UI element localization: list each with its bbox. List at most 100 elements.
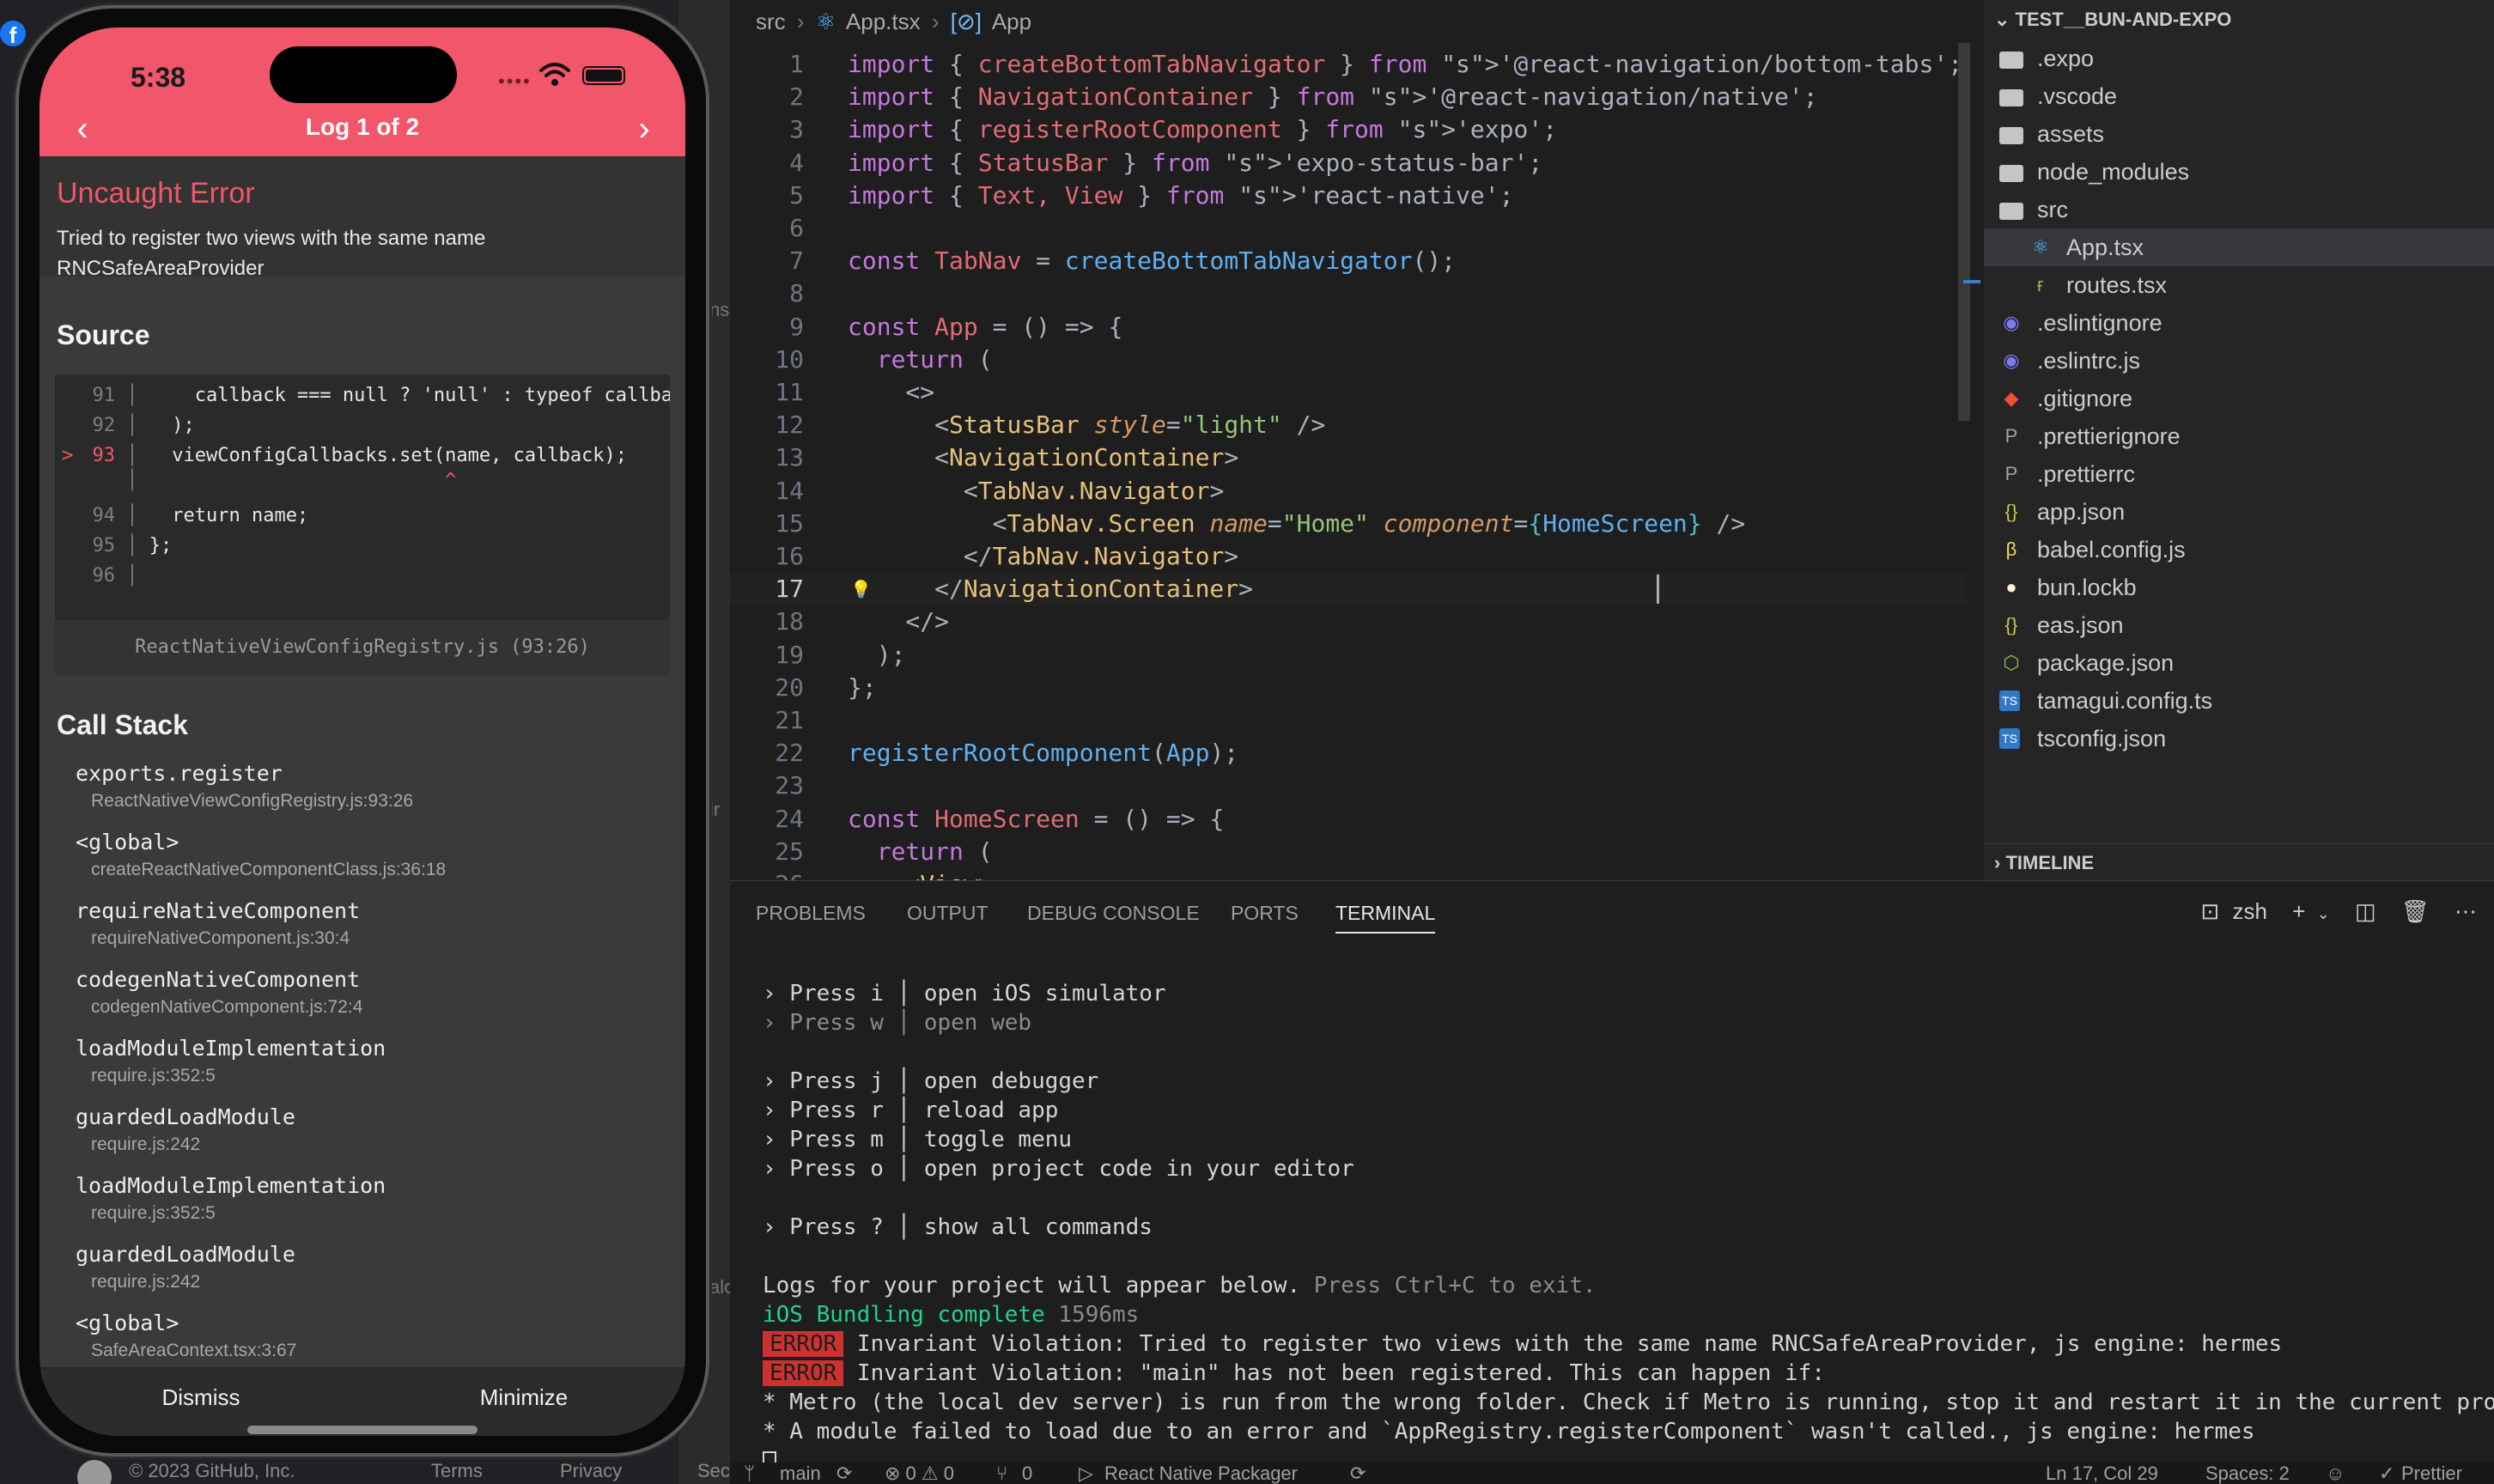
tab-problems[interactable]: PROBLEMS — [756, 902, 866, 925]
terminal-shell-icon[interactable]: ⊡ — [2200, 898, 2219, 924]
sync-icon[interactable]: ⟳ — [1350, 1463, 1366, 1484]
shell-name[interactable]: zsh — [2232, 898, 2266, 924]
split-terminal-icon[interactable]: ◫ — [2355, 898, 2376, 924]
git-branch[interactable]: main — [780, 1463, 821, 1484]
code-line[interactable]: 18 </> — [730, 605, 1967, 638]
line-number: 2 — [789, 82, 804, 112]
file-tree-item[interactable]: TS tsconfig.json — [1984, 720, 2494, 757]
code-line[interactable]: 19 ); — [730, 639, 1967, 672]
stack-frame[interactable]: exports.register ReactNativeViewConfigReg… — [76, 761, 413, 812]
next-log-button[interactable]: › — [627, 112, 661, 146]
code-line[interactable]: 14 <TabNav.Navigator> — [730, 475, 1967, 508]
tab-ports[interactable]: PORTS — [1231, 902, 1299, 925]
stack-frame[interactable]: loadModuleImplementation require.js:352:5 — [76, 1173, 386, 1224]
tab-terminal[interactable]: TERMINAL — [1335, 902, 1436, 934]
file-tree-item[interactable]: .expo — [1984, 40, 2494, 77]
code-line[interactable]: 20}; — [730, 672, 1967, 704]
code-line[interactable]: 11 <> — [730, 376, 1967, 409]
explorer-project-title[interactable]: ⌄ TEST__BUN-AND-EXPO — [1994, 9, 2231, 31]
code-line[interactable]: 3 import { registerRootComponent } from "… — [730, 113, 1967, 146]
tab-output[interactable]: OUTPUT — [907, 902, 988, 925]
dismiss-button[interactable]: Dismiss — [40, 1384, 362, 1411]
trash-icon[interactable]: 🗑 — [2401, 898, 2430, 924]
file-tree-item[interactable]: TS tamagui.config.ts — [1984, 682, 2494, 720]
code-line[interactable]: 15 <TabNav.Screen name="Home" component=… — [730, 508, 1967, 540]
breadcrumb-folder[interactable]: src — [756, 9, 786, 34]
stack-frame[interactable]: guardedLoadModule require.js:242 — [76, 1242, 295, 1292]
code-line[interactable]: 25 return ( — [730, 836, 1967, 868]
stack-frame[interactable]: <global> createReactNativeComponentClass.… — [76, 830, 446, 880]
line-number: 5 — [789, 180, 804, 210]
code-line[interactable]: 4 import { StatusBar } from "s">'expo-sta… — [730, 147, 1967, 179]
file-tree-item[interactable]: P .prettierrc — [1984, 455, 2494, 493]
file-tree-item[interactable]: ғ routes.tsx — [1984, 266, 2494, 304]
breadcrumb-file[interactable]: App.tsx — [846, 9, 921, 34]
file-tree-item[interactable]: ● bun.lockb — [1984, 569, 2494, 606]
file-tree-item[interactable]: node_modules — [1984, 153, 2494, 191]
code-line[interactable]: 24 const HomeScreen = () => { — [730, 803, 1967, 836]
code-text-area[interactable]: 1 import { createBottomTabNavigator } fro… — [730, 48, 1967, 880]
file-tree-item[interactable]: ◉ .eslintrc.js — [1984, 342, 2494, 380]
file-tree-item[interactable]: ⚛ App.tsx — [1984, 228, 2494, 266]
code-line[interactable]: 2 import { NavigationContainer } from "s"… — [730, 81, 1967, 113]
add-terminal-icon[interactable]: + — [2292, 898, 2305, 924]
sync-icon[interactable]: ⟳ — [836, 1463, 852, 1484]
ports-count[interactable]: 0 — [1022, 1463, 1032, 1484]
code-text: }; — [848, 672, 877, 702]
more-actions-icon[interactable]: ⋯ — [2454, 898, 2477, 924]
code-line[interactable]: 17 </NavigationContainer> 💡 — [730, 573, 1967, 606]
file-tree-item[interactable]: src — [1984, 191, 2494, 228]
previous-log-button[interactable]: ‹ — [65, 112, 100, 146]
code-line[interactable]: 16 </TabNav.Navigator> — [730, 540, 1967, 573]
stack-frame[interactable]: guardedLoadModule require.js:242 — [76, 1104, 295, 1155]
breadcrumb-symbol[interactable]: App — [992, 9, 1031, 34]
lightbulb-icon[interactable]: 💡 — [850, 573, 872, 605]
file-tree-item[interactable]: .vscode — [1984, 77, 2494, 115]
minimize-button[interactable]: Minimize — [362, 1384, 685, 1411]
code-line[interactable]: 7 const TabNav = createBottomTabNavigator… — [730, 245, 1967, 277]
code-line[interactable]: 26 <View> — [730, 868, 1967, 880]
footer-terms-link[interactable]: Terms — [431, 1460, 483, 1482]
task-name[interactable]: React Native Packager — [1104, 1463, 1298, 1484]
code-line[interactable]: 23 — [730, 769, 1967, 802]
code-line[interactable]: 5 import { Text, View } from "s">'react-n… — [730, 179, 1967, 212]
facebook-icon[interactable]: f — [0, 21, 26, 46]
footer-privacy-link[interactable]: Privacy — [560, 1460, 622, 1482]
indent-spaces[interactable]: Spaces: 2 — [2205, 1463, 2290, 1484]
line-number: 9 — [789, 312, 804, 341]
editor-scrollbar[interactable] — [1958, 43, 1970, 421]
file-tree-item[interactable]: ◆ .gitignore — [1984, 380, 2494, 417]
code-line[interactable]: 10 return ( — [730, 344, 1967, 376]
code-line[interactable]: 6 — [730, 212, 1967, 245]
file-tree-item[interactable]: ⬡ package.json — [1984, 644, 2494, 682]
file-tree-item[interactable]: {} app.json — [1984, 493, 2494, 531]
code-line[interactable]: 12 <StatusBar style="light" /> — [730, 409, 1967, 441]
cursor-position[interactable]: Ln 17, Col 29 — [2046, 1463, 2158, 1484]
file-tree-item[interactable]: P .prettierignore — [1984, 417, 2494, 455]
code-line[interactable]: 22 registerRootComponent(App); — [730, 737, 1967, 769]
footer-security-link[interactable]: Sec — [697, 1460, 730, 1482]
stack-frame[interactable]: loadModuleImplementation require.js:352:5 — [76, 1036, 386, 1086]
file-tree-item[interactable]: {} eas.json — [1984, 606, 2494, 644]
formatter[interactable]: Prettier — [2401, 1463, 2462, 1484]
problems-count[interactable]: ⊗ 0 ⚠ 0 — [885, 1463, 954, 1484]
json-icon: {} — [2004, 501, 2018, 522]
file-tree-item[interactable]: β babel.config.js — [1984, 531, 2494, 569]
timeline-section[interactable]: › TIMELINE — [1984, 843, 2494, 880]
code-line[interactable]: 21 — [730, 704, 1967, 737]
stack-frame[interactable]: <global> SafeAreaContext.tsx:3:67 — [76, 1311, 296, 1361]
code-line[interactable]: 1 import { createBottomTabNavigator } fro… — [730, 48, 1967, 81]
code-line[interactable]: 13 <NavigationContainer> — [730, 441, 1967, 474]
tab-debug-console[interactable]: DEBUG CONSOLE — [1027, 902, 1200, 925]
source-code-frame[interactable]: 91 │ callback === null ? 'null' : typeof… — [55, 374, 670, 620]
code-line[interactable]: 9 const App = () => { — [730, 311, 1967, 344]
stack-frame[interactable]: requireNativeComponent requireNativeCompo… — [76, 898, 360, 949]
stack-frame[interactable]: codegenNativeComponent codegenNativeCompo… — [76, 967, 362, 1018]
chevron-down-icon[interactable]: ⌄ — [2317, 905, 2330, 922]
file-tree-item[interactable]: assets — [1984, 115, 2494, 153]
code-line[interactable]: 8 — [730, 277, 1967, 310]
source-file-link[interactable]: ReactNativeViewConfigRegistry.js (93:26) — [55, 620, 670, 675]
file-tree-item[interactable]: ◉ .eslintignore — [1984, 304, 2494, 342]
file-tree-label: src — [2037, 197, 2068, 222]
copilot-icon[interactable]: ☺ — [2326, 1463, 2345, 1484]
